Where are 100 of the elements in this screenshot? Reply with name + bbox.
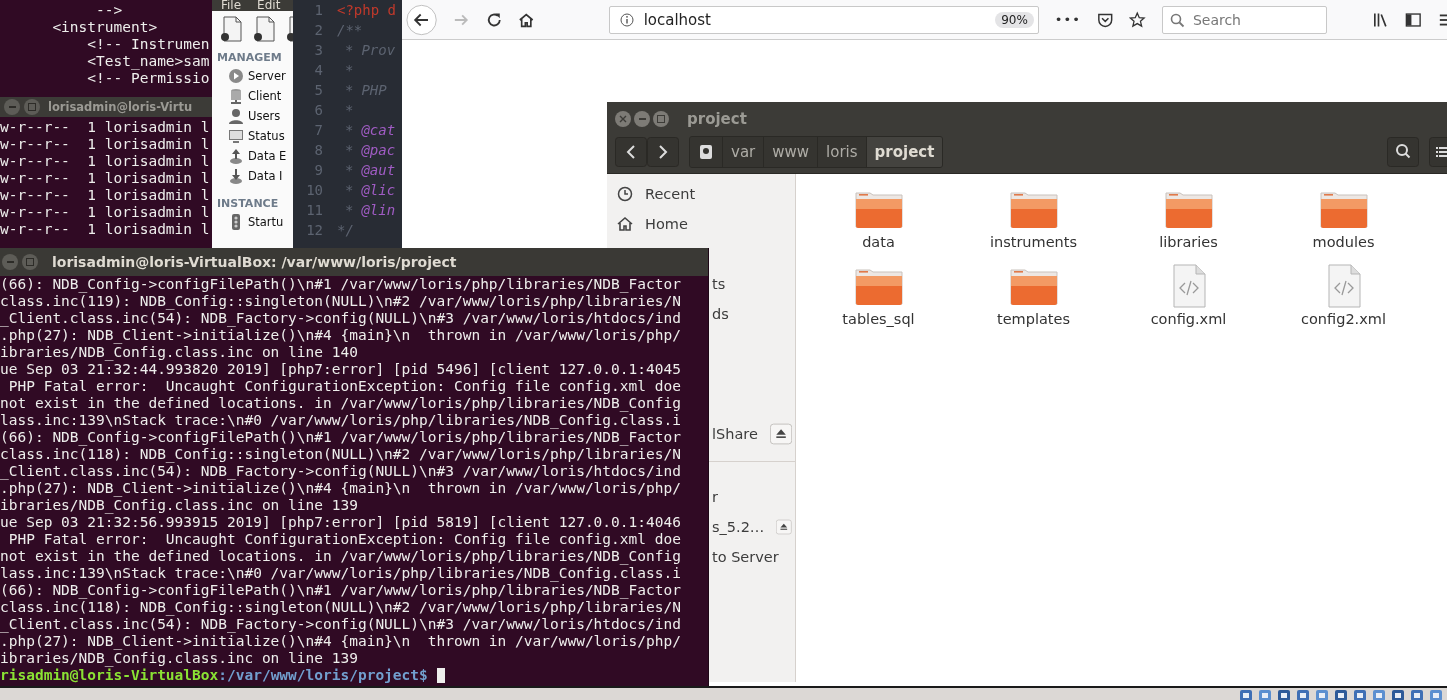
- zoom-level[interactable]: 90%: [995, 11, 1034, 28]
- url-text: localhost: [643, 10, 712, 29]
- close-button[interactable]: [615, 110, 631, 127]
- nav-item[interactable]: Status: [212, 126, 293, 146]
- line-number: 3: [313, 42, 323, 58]
- comment-marker: *: [345, 202, 354, 218]
- line-number: 7: [313, 122, 323, 138]
- back-button[interactable]: [406, 2, 438, 37]
- terminal-line: w-r--r-- 1 lorisadmin l: [0, 204, 211, 221]
- terminal-line: lass.inc:139\nStack trace:\n#0 /var/www/loris/php/libraries/NDB_Config.class.i: [0, 565, 682, 582]
- home-icon: [617, 216, 633, 232]
- back-button[interactable]: [615, 137, 647, 167]
- maximize-button[interactable]: [22, 254, 38, 270]
- prompt-user: risadmin@loris-VirtualBox: [0, 667, 219, 684]
- comment-marker: *: [345, 122, 354, 138]
- section-heading: INSTANCE: [216, 196, 280, 212]
- minimize-button[interactable]: [634, 110, 650, 127]
- terminal-line: <!-- Instrumen: [86, 36, 211, 53]
- path-crumb[interactable]: www: [763, 137, 818, 167]
- menu-item[interactable]: Edit: [257, 0, 281, 11]
- line-number: 10: [305, 182, 323, 198]
- section-heading: MANAGEM: [216, 50, 283, 66]
- line-number: 11: [305, 202, 323, 218]
- search-button[interactable]: [1387, 137, 1419, 167]
- code-text: @lic: [361, 182, 396, 198]
- sidebar-icon[interactable]: [1405, 10, 1422, 29]
- terminal-line: ibraries/NDB_Config.class.inc on line 139: [0, 497, 359, 514]
- play-icon: [228, 68, 244, 84]
- sidebar-item[interactable]: to Server: [712, 549, 779, 565]
- terminal-line: (66): NDB_Config->configFilePath()\n#1 /var/www/loris/php/libraries/NDB_Factor: [0, 276, 682, 293]
- eject-button[interactable]: [769, 421, 792, 447]
- path-crumb[interactable]: var: [722, 137, 764, 167]
- search-field[interactable]: Search: [1161, 5, 1327, 34]
- sidebar-item[interactable]: ts: [712, 276, 726, 292]
- nav-item[interactable]: Server: [212, 66, 293, 86]
- sidebar-item[interactable]: s_5.2…: [712, 519, 765, 535]
- terminal-line: w-r--r-- 1 lorisadmin l: [0, 136, 211, 153]
- terminal-line: w-r--r-- 1 lorisadmin l: [0, 153, 211, 170]
- sidebar-item[interactable]: ds: [712, 306, 729, 322]
- file-name: modules: [1312, 234, 1375, 250]
- code-text: */: [337, 222, 354, 238]
- terminal-line: (66): NDB_Config->configFilePath()\n#1 /var/www/loris/php/libraries/NDB_Factor: [0, 582, 682, 599]
- nav-item[interactable]: Client: [212, 86, 293, 106]
- text-cursor: [436, 668, 445, 683]
- view-menu-button[interactable]: [1429, 137, 1447, 167]
- minimize-button[interactable]: [4, 99, 20, 115]
- comment-marker: *: [345, 162, 354, 178]
- file-name: config2.xml: [1301, 311, 1386, 327]
- nav-item[interactable]: Data E: [212, 146, 293, 166]
- line-number: 12: [305, 222, 323, 238]
- sidebar-item[interactable]: Recent: [645, 186, 696, 202]
- terminal-line: w-r--r-- 1 lorisadmin l: [0, 221, 211, 238]
- terminal-line: not exist in the defined locations. in /var/www/loris/php/libraries/NDB_Config: [0, 548, 682, 565]
- code-text: <?php d: [337, 2, 396, 18]
- path-crumb[interactable]: project: [865, 137, 943, 167]
- terminal-line: _Client.class.inc(54): NDB_Factory->config(NULL)\n#3 /var/www/loris/htdocs/ind: [0, 463, 682, 480]
- file-name: templates: [997, 311, 1070, 327]
- terminal-line: .php(27): NDB_Client->initialize()\n#4 {main}\n thrown in /var/www/loris/php/: [0, 327, 682, 344]
- terminal-line: PHP Fatal error: Uncaught ConfigurationException: Config file config.xml doe: [7, 531, 682, 548]
- minimize-button[interactable]: [2, 254, 18, 270]
- code-text: @lin: [361, 202, 396, 218]
- more-actions-button[interactable]: •••: [1054, 12, 1081, 27]
- line-number: 6: [313, 102, 323, 118]
- menu-item[interactable]: File: [221, 0, 242, 11]
- path-crumb[interactable]: loris: [817, 137, 866, 167]
- file-name: libraries: [1159, 234, 1218, 250]
- terminal-line: .php(27): NDB_Client->initialize()\n#4 {main}\n thrown in /var/www/loris/php/: [0, 633, 682, 650]
- sidebar-item[interactable]: Home: [645, 216, 688, 232]
- terminal-line: ue Sep 03 21:32:44.993820 2019] [php7:error] [pid 5496] [client 127.0.0.1:4045: [0, 361, 682, 378]
- document-icon[interactable]: [253, 16, 277, 42]
- maximize-button[interactable]: [653, 110, 669, 127]
- window-title: lorisadmin@loris-VirtualBox: /var/www/loris/project: [52, 254, 457, 270]
- document-icon[interactable]: [220, 16, 244, 42]
- file-name: instruments: [989, 234, 1078, 250]
- comment-marker: *: [345, 102, 354, 118]
- maximize-button[interactable]: [24, 99, 40, 115]
- terminal-line: class.inc(118): NDB_Config::singleton(NULL)\n#2 /var/www/loris/php/libraries/N: [0, 599, 682, 616]
- address-bar[interactable]: localhost 90%: [608, 5, 1039, 34]
- forward-button[interactable]: [647, 137, 679, 167]
- terminal-line: <!-- Permissio: [86, 70, 211, 87]
- info-icon[interactable]: [619, 12, 634, 27]
- comment-marker: *: [345, 142, 354, 158]
- sidebar-item[interactable]: r: [712, 489, 718, 505]
- window-title: project: [687, 109, 747, 128]
- terminal-line: ue Sep 03 21:32:56.993915 2019] [php7:error] [pid 5819] [client 127.0.0.1:4046: [0, 514, 682, 531]
- terminal-line: class.inc(119): NDB_Config::singleton(NULL)\n#2 /var/www/loris/php/libraries/N: [0, 293, 682, 310]
- nav-item[interactable]: Users: [212, 106, 293, 126]
- nav-item[interactable]: Startu: [212, 212, 293, 232]
- nav-item[interactable]: Data I: [212, 166, 293, 186]
- star-icon[interactable]: [1129, 10, 1146, 29]
- upload-icon: [228, 148, 244, 164]
- code-text: @cat: [361, 122, 396, 138]
- close-icon: [619, 114, 627, 123]
- prompt-path: :/var/www/loris/project$: [218, 667, 428, 684]
- comment-marker: *: [345, 42, 354, 58]
- code-text: @pac: [361, 142, 396, 158]
- comment-marker: *: [345, 182, 354, 198]
- comment-marker: *: [345, 82, 354, 98]
- sidebar-item[interactable]: lShare: [712, 426, 758, 442]
- file-name: config.xml: [1150, 311, 1227, 327]
